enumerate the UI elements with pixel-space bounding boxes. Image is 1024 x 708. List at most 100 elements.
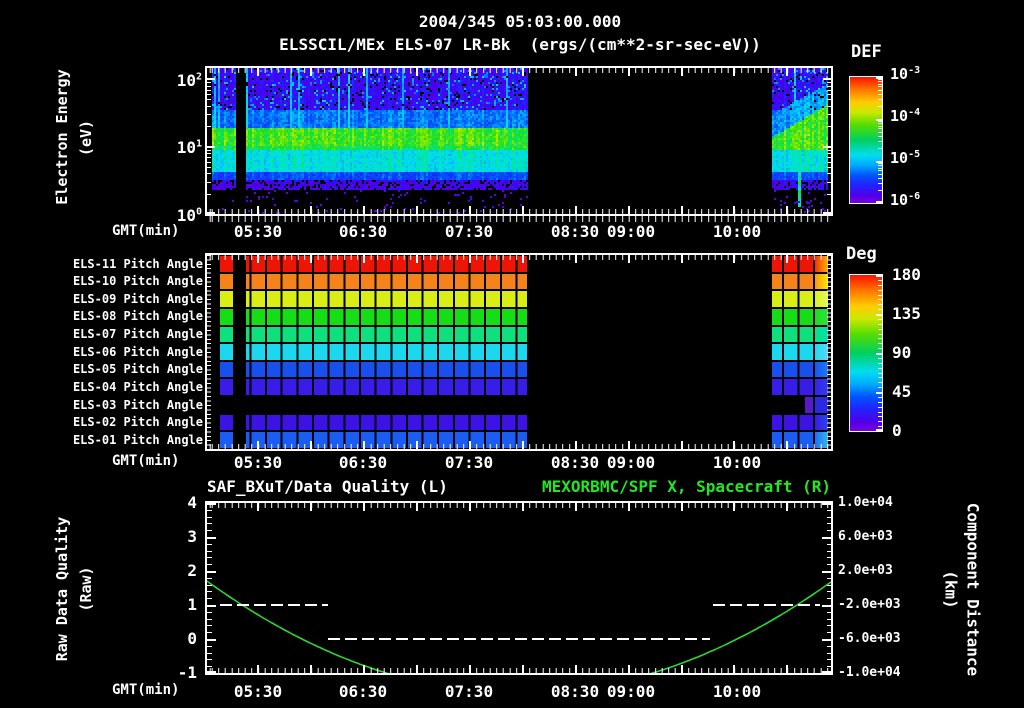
y-minor-tick	[827, 605, 832, 606]
x-major-tick	[575, 206, 577, 214]
quality-y-tick-label: 4	[157, 493, 197, 512]
y-minor-tick	[207, 162, 211, 163]
x-major-tick	[786, 441, 788, 449]
x-major-tick	[416, 206, 418, 214]
def-tick-label: 10-3	[890, 65, 920, 83]
x-tick-label: 09:00	[597, 222, 665, 241]
gmt-label-bottom: GMT(min)	[112, 682, 179, 698]
def-colorbar	[849, 76, 883, 204]
y-minor-tick	[207, 167, 211, 168]
y-minor-tick	[827, 632, 832, 633]
quality-y-axis-units: (Raw)	[77, 564, 95, 614]
y-minor-tick	[827, 150, 831, 151]
y-minor-tick	[207, 632, 212, 633]
deg-tick-label: 45	[892, 382, 911, 401]
x-major-tick	[786, 503, 788, 511]
x-major-tick	[628, 68, 630, 76]
x-tick-label: 06:30	[329, 222, 397, 241]
colorbar-minor-tick	[878, 141, 882, 142]
y-minor-tick	[827, 517, 832, 518]
colorbar-minor-tick	[878, 148, 882, 149]
x-tick-label: 06:30	[329, 682, 397, 701]
pitch-row-label: ELS-01 Pitch Angle	[40, 433, 203, 447]
y-minor-tick	[827, 564, 832, 565]
title-main: ELSSCIL/MEx ELS-07 LR-Bk (ergs/(cm**2-sr…	[60, 35, 980, 54]
y-minor-tick	[207, 537, 212, 538]
quality-y-tick-label: 3	[157, 527, 197, 546]
y-minor-tick	[827, 114, 831, 115]
deg-colorbar	[849, 274, 883, 432]
colorbar-minor-tick	[878, 165, 882, 166]
pitch-row-label: ELS-04 Pitch Angle	[40, 380, 203, 394]
y-minor-tick	[827, 578, 832, 579]
colorbar-minor-tick	[878, 353, 882, 354]
x-major-tick	[575, 68, 577, 76]
x-tick-label: 09:00	[597, 453, 665, 472]
x-minor-ticks	[207, 209, 831, 214]
y-minor-tick	[207, 523, 212, 524]
y-minor-tick	[207, 194, 211, 195]
y-minor-tick	[207, 551, 212, 552]
x-major-tick	[681, 206, 683, 214]
colorbar-minor-tick	[878, 178, 882, 179]
pitch-row-label: ELS-05 Pitch Angle	[40, 362, 203, 376]
quality-distance-panel	[205, 501, 833, 675]
colorbar-minor-tick	[878, 338, 882, 339]
def-colorbar-title: DEF	[851, 42, 882, 62]
y-minor-tick	[207, 544, 212, 545]
colorbar-major-tick	[876, 201, 882, 203]
colorbar-minor-tick	[878, 397, 882, 398]
x-major-tick	[786, 68, 788, 76]
quality-title-left: SAF_BXuT/Data Quality (L)	[207, 477, 448, 496]
colorbar-major-tick	[876, 429, 882, 431]
colorbar-minor-tick	[878, 90, 882, 91]
x-major-tick	[469, 255, 471, 263]
colorbar-minor-tick	[878, 295, 882, 296]
y-minor-tick	[207, 659, 212, 660]
y-minor-tick	[207, 557, 212, 558]
y-minor-tick	[827, 591, 832, 592]
y-major-tick	[207, 212, 215, 214]
colorbar-minor-tick	[878, 136, 882, 137]
y-minor-tick	[207, 126, 211, 127]
x-major-tick	[522, 206, 524, 214]
colorbar-minor-tick	[878, 84, 882, 85]
y-major-tick	[207, 146, 215, 148]
colorbar-minor-tick	[878, 128, 882, 129]
y-minor-tick	[207, 82, 211, 83]
x-major-tick	[575, 255, 577, 263]
y-minor-tick	[207, 564, 212, 565]
x-major-tick	[363, 68, 365, 76]
colorbar-minor-tick	[878, 94, 882, 95]
x-major-tick	[681, 665, 683, 673]
y-minor-tick	[207, 114, 211, 115]
top-y-axis-label: Electron Energy	[53, 67, 71, 207]
y-minor-tick	[827, 182, 831, 183]
y-minor-tick	[827, 94, 831, 95]
x-major-tick	[522, 665, 524, 673]
y-minor-tick	[827, 162, 831, 163]
colorbar-minor-tick	[878, 123, 882, 124]
colorbar-minor-tick	[878, 168, 882, 169]
y-minor-tick	[207, 157, 211, 158]
y-minor-tick	[827, 173, 831, 174]
y-minor-tick	[207, 571, 212, 572]
y-minor-tick	[207, 106, 211, 107]
colorbar-minor-tick	[878, 373, 882, 374]
x-major-tick	[522, 441, 524, 449]
x-major-tick	[310, 68, 312, 76]
y-tick-label: 101	[160, 138, 202, 157]
x-tick-label: 07:30	[435, 453, 503, 472]
quality-panel-ticks	[207, 503, 831, 673]
y-minor-tick	[827, 126, 831, 127]
y-minor-tick	[827, 90, 831, 91]
colorbar-minor-tick	[878, 285, 882, 286]
x-major-tick	[310, 441, 312, 449]
y-minor-tick	[207, 605, 212, 606]
colorbar-minor-tick	[878, 86, 882, 87]
distance-y-tick-label: -2.0e+03	[838, 597, 901, 612]
colorbar-minor-tick	[878, 81, 882, 82]
x-tick-label: 05:30	[224, 222, 292, 241]
y-minor-tick	[827, 167, 831, 168]
x-major-tick	[469, 68, 471, 76]
